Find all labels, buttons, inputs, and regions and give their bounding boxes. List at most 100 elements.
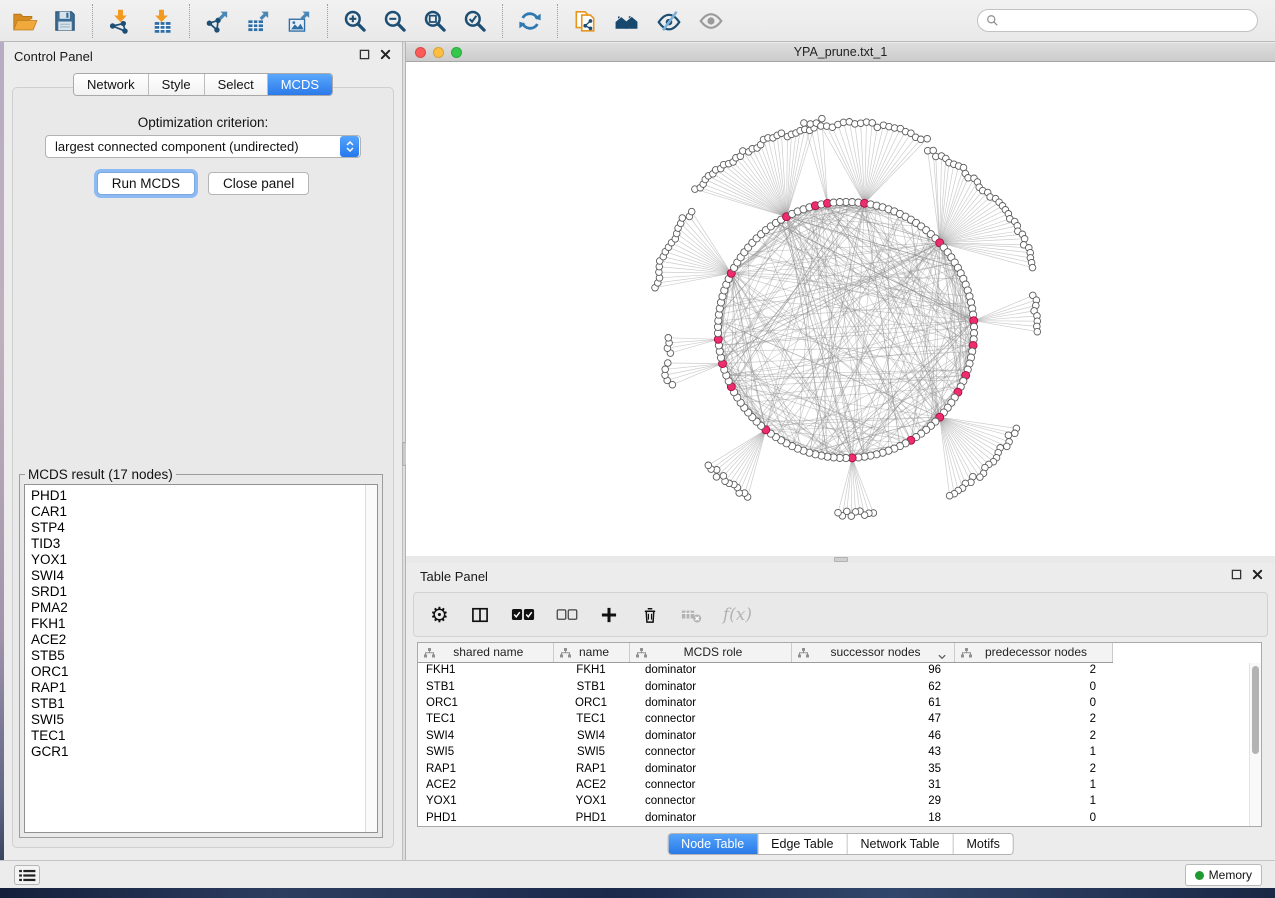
gear-button[interactable]: ⚙	[430, 605, 449, 625]
table-row[interactable]: ORC1ORC1dominator610	[418, 695, 1112, 711]
table-row[interactable]: RAP1RAP1dominator352	[418, 760, 1112, 776]
table-row[interactable]: PHD1PHD1dominator180	[418, 810, 1112, 826]
home-button[interactable]	[605, 7, 648, 36]
network-graph[interactable]	[406, 62, 1275, 556]
mcds-result-item[interactable]: SWI4	[31, 568, 377, 584]
tab-mcds[interactable]: MCDS	[267, 74, 332, 95]
mcds-result-item[interactable]: SWI5	[31, 712, 377, 728]
optimization-criterion-select[interactable]: largest connected component (undirected)	[45, 135, 361, 158]
mcds-result-item[interactable]: TID3	[31, 536, 377, 552]
table-row[interactable]: STB1STB1dominator620	[418, 678, 1112, 694]
column-header-successor-nodes[interactable]: successor nodes	[791, 643, 954, 662]
mcds-result-item[interactable]: GCR1	[31, 744, 377, 760]
table-cell: dominator	[629, 728, 791, 744]
column-header-predecessor-nodes[interactable]: predecessor nodes	[954, 643, 1112, 662]
mcds-result-item[interactable]: ACE2	[31, 632, 377, 648]
mcds-result-list: PHD1CAR1STP4TID3YOX1SWI4SRD1PMA2FKH1ACE2…	[25, 485, 377, 760]
mcds-result-scrollbar[interactable]	[365, 485, 377, 832]
tab-motifs[interactable]: Motifs	[952, 834, 1012, 854]
table-row[interactable]: SWI5SWI5connector431	[418, 744, 1112, 760]
columns-icon	[470, 605, 490, 625]
add-icon	[599, 605, 619, 625]
table-scrollbar-thumb[interactable]	[1252, 666, 1259, 754]
float-table-panel-icon[interactable]	[1231, 569, 1242, 580]
mcds-result-item[interactable]: TEC1	[31, 728, 377, 744]
zoom-out-button[interactable]	[375, 6, 415, 36]
mcds-result-item[interactable]: PMA2	[31, 600, 377, 616]
tab-network-table[interactable]: Network Table	[847, 834, 953, 854]
float-window-icon[interactable]	[359, 49, 370, 60]
close-panel-icon[interactable]	[380, 49, 391, 60]
mcds-result-item[interactable]: STP4	[31, 520, 377, 536]
mcds-result-item[interactable]: SRD1	[31, 584, 377, 600]
open-folder-icon	[11, 23, 38, 38]
refresh-button[interactable]	[510, 6, 550, 36]
export-table-button[interactable]	[238, 6, 279, 37]
search-input[interactable]	[1004, 11, 1257, 30]
tab-network[interactable]: Network	[74, 74, 148, 95]
table-scrollbar[interactable]	[1249, 663, 1261, 826]
horizontal-splitter-handle[interactable]	[834, 557, 848, 562]
table-cell: RAP1	[418, 760, 553, 776]
column-header-shared-name[interactable]: shared name	[418, 643, 553, 662]
select-all-button[interactable]	[511, 607, 535, 622]
mcds-tab-content: Optimization criterion: largest connecte…	[12, 87, 394, 848]
run-mcds-button[interactable]: Run MCDS	[97, 172, 195, 195]
mcds-result-item[interactable]: STB5	[31, 648, 377, 664]
deselect-all-button[interactable]	[556, 608, 578, 622]
node-table: shared namenameMCDS rolesuccessor nodesp…	[418, 643, 1113, 826]
table-cell: 2	[954, 662, 1112, 678]
mcds-result-item[interactable]: CAR1	[31, 504, 377, 520]
clone-network-button[interactable]	[565, 6, 605, 36]
network-window-titlebar[interactable]: YPA_prune.txt_1	[406, 43, 1275, 62]
export-image-button[interactable]	[279, 6, 320, 37]
table-row[interactable]: TEC1TEC1connector472	[418, 711, 1112, 727]
tab-node-table[interactable]: Node Table	[668, 834, 757, 854]
close-panel-button[interactable]: Close panel	[208, 172, 309, 195]
table-row[interactable]: FKH1FKH1dominator962	[418, 662, 1112, 678]
save-button[interactable]	[45, 6, 85, 36]
node-table-container: shared namenameMCDS rolesuccessor nodesp…	[417, 642, 1262, 827]
save-icon	[52, 22, 78, 37]
add-button[interactable]	[599, 605, 619, 625]
open-folder-button[interactable]	[4, 6, 45, 37]
mcds-result-item[interactable]: RAP1	[31, 680, 377, 696]
mcds-result-item[interactable]: YOX1	[31, 552, 377, 568]
table-cell: ACE2	[553, 777, 629, 793]
table-row[interactable]: ACE2ACE2connector311	[418, 777, 1112, 793]
horizontal-splitter[interactable]	[406, 556, 1275, 563]
table-cell: 0	[954, 678, 1112, 694]
desktop-wallpaper-bottom	[0, 888, 1275, 898]
column-header-MCDS-role[interactable]: MCDS role	[629, 643, 791, 662]
export-network-button[interactable]	[197, 6, 238, 37]
memory-button[interactable]: Memory	[1185, 864, 1262, 886]
zoom-selected-button[interactable]	[455, 6, 495, 36]
table-row[interactable]: YOX1YOX1connector291	[418, 793, 1112, 809]
search-field[interactable]	[977, 9, 1258, 32]
columns-button[interactable]	[470, 605, 490, 625]
tab-style[interactable]: Style	[148, 74, 204, 95]
table-cell: ACE2	[418, 777, 553, 793]
tab-select[interactable]: Select	[204, 74, 267, 95]
table-row[interactable]: SWI4SWI4dominator462	[418, 728, 1112, 744]
import-table-button[interactable]	[141, 6, 182, 37]
mcds-result-box: PHD1CAR1STP4TID3YOX1SWI4SRD1PMA2FKH1ACE2…	[24, 484, 378, 833]
trash-button[interactable]	[640, 605, 660, 625]
column-header-name[interactable]: name	[553, 643, 629, 662]
hide-eye-button[interactable]	[648, 6, 690, 36]
mcds-result-item[interactable]: STB1	[31, 696, 377, 712]
mcds-result-item[interactable]: PHD1	[31, 488, 377, 504]
show-eye-button[interactable]	[690, 6, 732, 36]
mcds-result-item[interactable]: ORC1	[31, 664, 377, 680]
zoom-in-button[interactable]	[335, 6, 375, 36]
zoom-out-icon	[382, 22, 408, 37]
import-network-button[interactable]	[100, 6, 141, 37]
close-table-panel-icon[interactable]	[1252, 569, 1263, 580]
gear-icon: ⚙	[430, 605, 449, 625]
table-cell: SWI4	[418, 728, 553, 744]
tab-edge-table[interactable]: Edge Table	[757, 834, 846, 854]
task-history-button[interactable]	[14, 865, 40, 885]
network-canvas[interactable]	[406, 62, 1275, 556]
zoom-fit-button[interactable]	[415, 6, 455, 36]
mcds-result-item[interactable]: FKH1	[31, 616, 377, 632]
